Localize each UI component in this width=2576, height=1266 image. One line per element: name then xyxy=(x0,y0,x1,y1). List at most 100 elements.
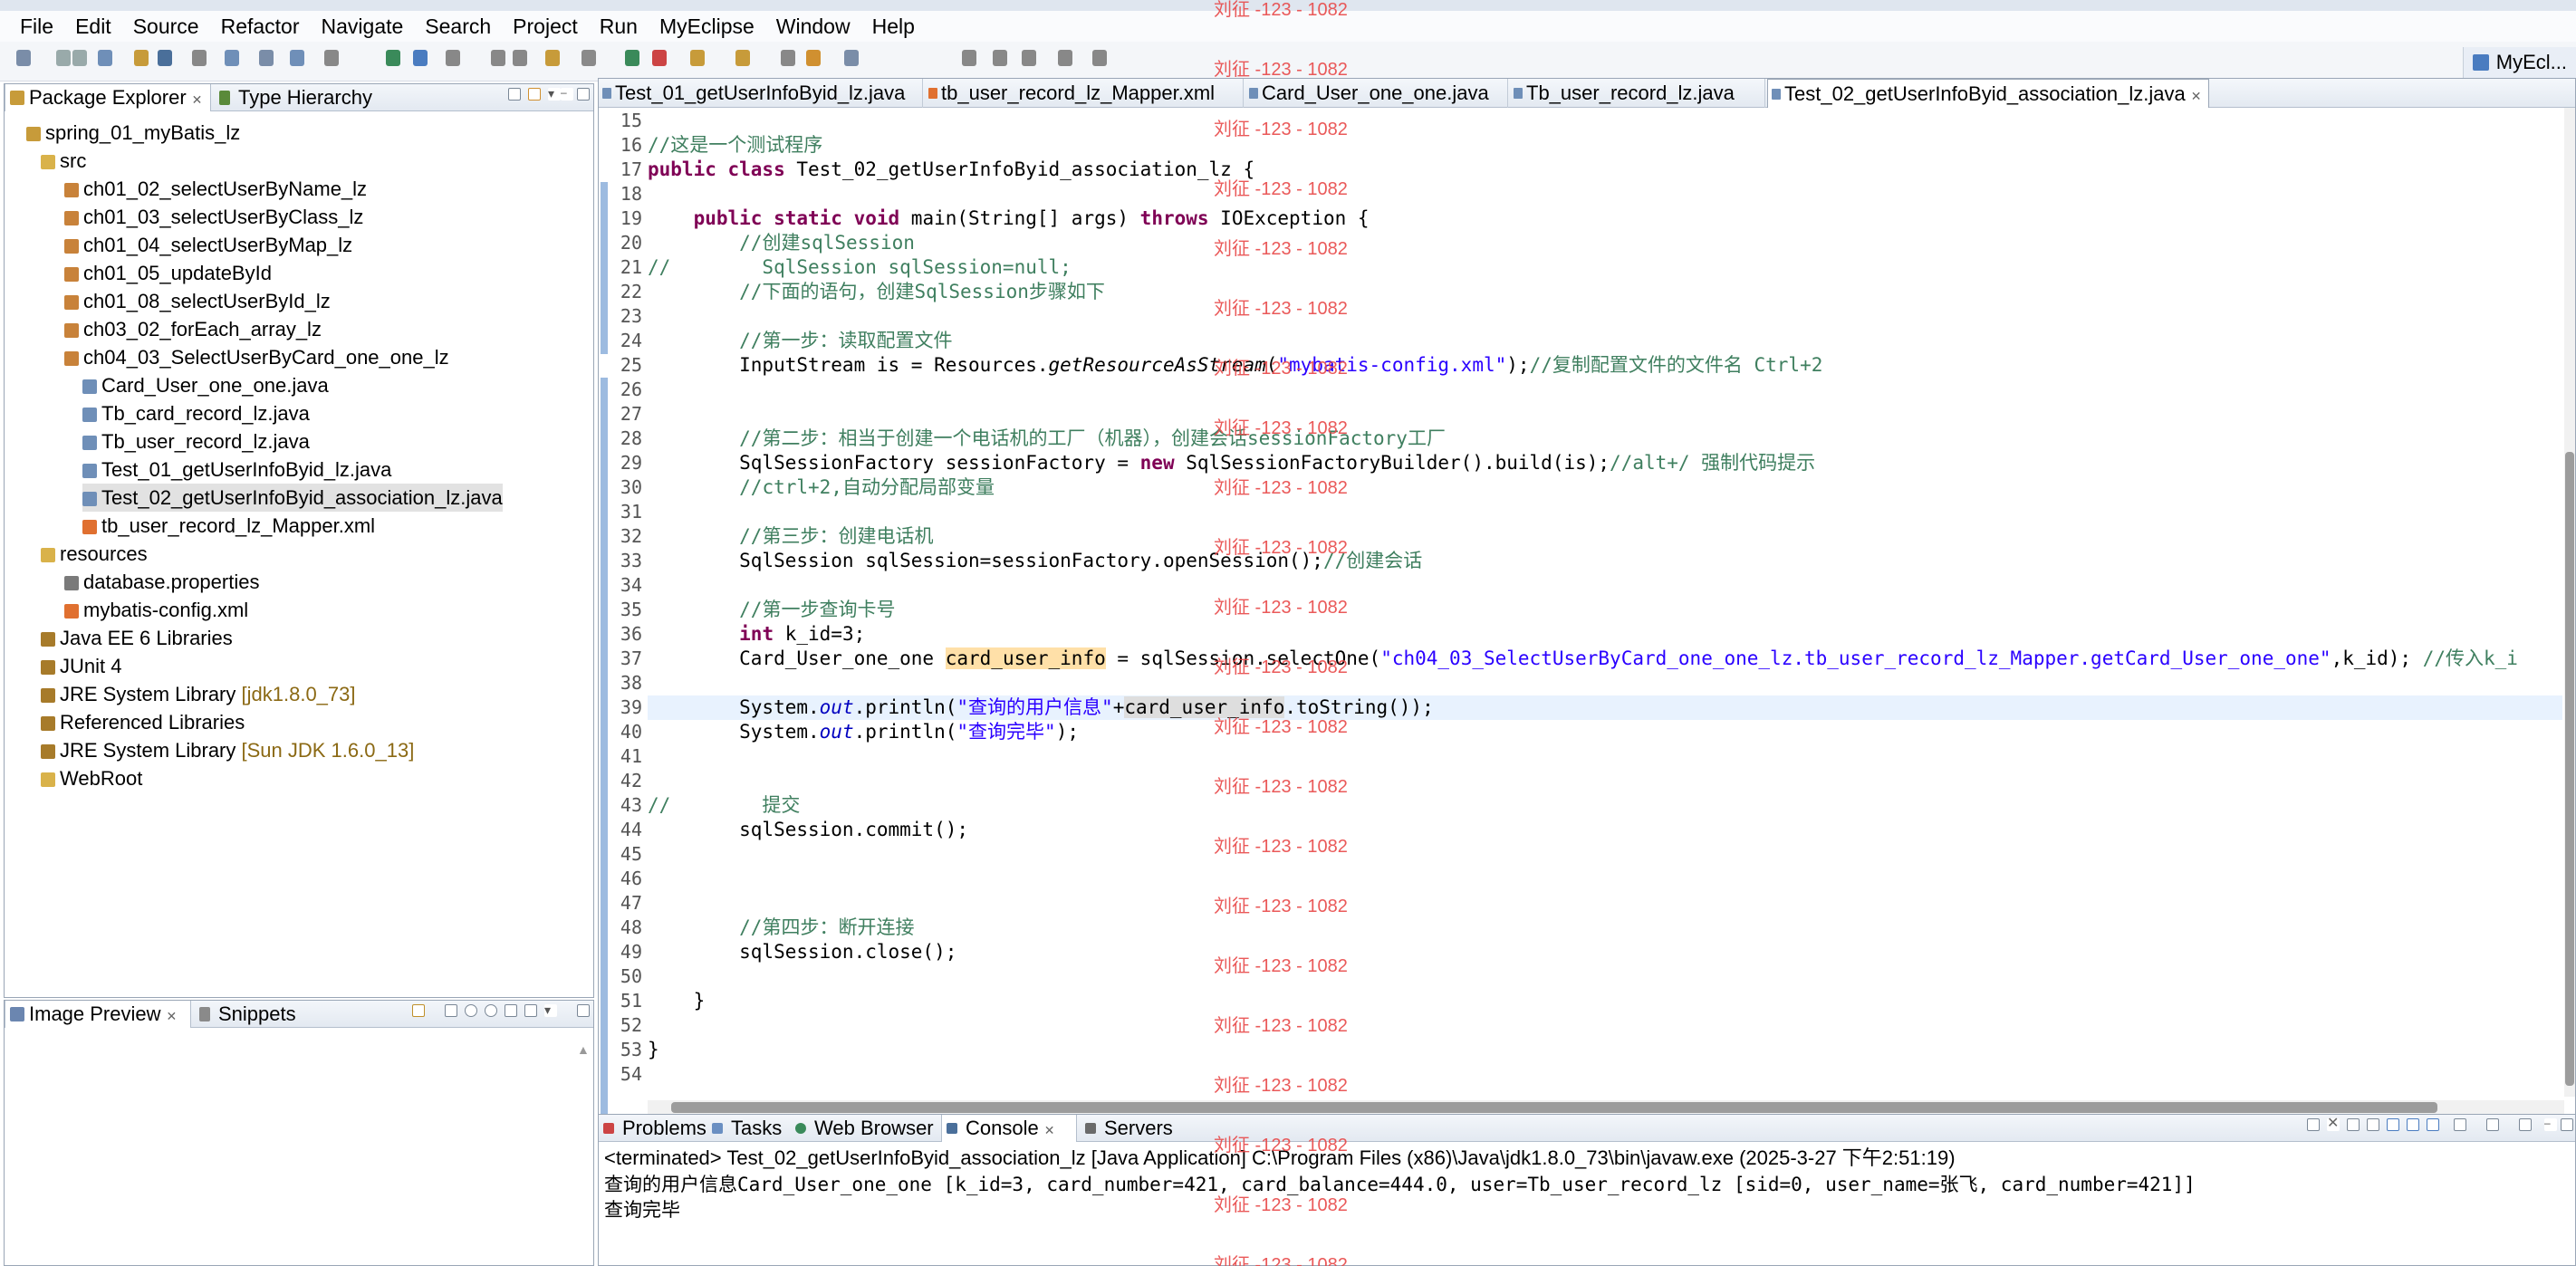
tab-type-hierarchy[interactable]: Type Hierarchy xyxy=(215,84,396,111)
tree-item[interactable]: JUnit 4 xyxy=(41,652,121,680)
tree-item[interactable]: Test_02_getUserInfoByid_association_lz.j… xyxy=(82,484,503,512)
toolbar-button-icon[interactable] xyxy=(259,50,274,66)
tree-item[interactable]: Java EE 6 Libraries xyxy=(41,624,233,652)
horizontal-scrollbar[interactable] xyxy=(648,1100,2564,1115)
minimize-icon[interactable]: – xyxy=(561,87,573,101)
close-icon[interactable]: ✕ xyxy=(192,92,203,107)
editor-tab[interactable]: tb_user_record_lz_Mapper.xml xyxy=(925,79,1244,108)
tree-item[interactable]: JRE System Library [jdk1.8.0_73] xyxy=(41,680,356,708)
tree-item[interactable]: WebRoot xyxy=(41,764,142,792)
remove-launch-icon[interactable]: ✕ xyxy=(2327,1117,2340,1131)
tree-item[interactable]: ch01_03_selectUserByClass_lz xyxy=(64,203,363,231)
tree-item[interactable]: database.properties xyxy=(64,568,259,596)
tree-item[interactable]: ch01_02_selectUserByName_lz xyxy=(64,175,367,203)
editor-tab[interactable]: Test_01_getUserInfoByid_lz.java xyxy=(599,79,923,108)
toolbar-button-icon[interactable] xyxy=(625,50,639,66)
toolbar-button-icon[interactable] xyxy=(491,50,505,66)
toolbar-button-icon[interactable] xyxy=(158,50,172,66)
editor-tab-active[interactable]: Test_02_getUserInfoByid_association_lz.j… xyxy=(1767,79,2209,108)
tree-item[interactable]: Tb_card_record_lz.java xyxy=(82,399,310,427)
zoom-fit-icon[interactable] xyxy=(445,1004,457,1017)
tab-package-explorer[interactable]: Package Explorer ✕ xyxy=(5,84,211,111)
toolbar-button-icon[interactable] xyxy=(16,50,31,66)
scroll-up-icon[interactable]: ▲ xyxy=(577,1043,590,1056)
tab-web-browser[interactable]: Web Browser xyxy=(791,1115,941,1142)
tree-item[interactable]: ch01_04_selectUserByMap_lz xyxy=(64,231,352,259)
toolbar-button-icon[interactable] xyxy=(513,50,527,66)
display-console-icon[interactable] xyxy=(2486,1118,2499,1131)
tree-item[interactable]: spring_01_myBatis_lz xyxy=(26,119,240,147)
tree-item[interactable]: Test_01_getUserInfoByid_lz.java xyxy=(82,456,391,484)
tree-item[interactable]: src xyxy=(41,147,86,175)
toolbar-button-icon[interactable] xyxy=(225,50,239,66)
zoom-out-icon[interactable] xyxy=(465,1004,477,1017)
tree-item[interactable]: Referenced Libraries xyxy=(41,708,245,736)
toolbar-button-icon[interactable] xyxy=(192,50,207,66)
view-menu-icon[interactable]: ▾ xyxy=(544,1003,557,1017)
toolbar-button-icon[interactable] xyxy=(962,50,976,66)
terminate-icon[interactable] xyxy=(2307,1118,2320,1131)
fit-window-icon[interactable] xyxy=(524,1004,537,1017)
tree-item[interactable]: ch04_03_SelectUserByCard_one_one_lz xyxy=(64,343,449,371)
menu-myeclipse[interactable]: MyEclipse xyxy=(649,14,765,39)
tree-item[interactable]: tb_user_record_lz_Mapper.xml xyxy=(82,512,375,540)
menu-source[interactable]: Source xyxy=(122,14,210,39)
toolbar-button-icon[interactable] xyxy=(545,50,560,66)
menu-search[interactable]: Search xyxy=(414,14,502,39)
link-editor-icon[interactable] xyxy=(528,88,541,101)
tree-item[interactable]: Tb_user_record_lz.java xyxy=(82,427,310,456)
toolbar-button-icon[interactable] xyxy=(690,50,705,66)
zoom-in-icon[interactable] xyxy=(485,1004,497,1017)
tree-item[interactable]: mybatis-config.xml xyxy=(64,596,248,624)
scroll-thumb[interactable] xyxy=(2565,452,2574,1086)
toolbar-button-icon[interactable] xyxy=(1022,50,1036,66)
toolbar-button-icon[interactable] xyxy=(844,50,859,66)
toolbar-button-icon[interactable] xyxy=(446,50,460,66)
tab-console[interactable]: Console ✕ xyxy=(941,1115,1077,1142)
tab-snippets[interactable]: Snippets xyxy=(195,1001,331,1028)
toolbar-button-icon[interactable] xyxy=(993,50,1007,66)
menu-edit[interactable]: Edit xyxy=(64,14,122,39)
view-menu-icon[interactable]: ▾ xyxy=(548,87,561,101)
menu-project[interactable]: Project xyxy=(502,14,589,39)
tree-item[interactable]: ch01_08_selectUserById_lz xyxy=(64,287,331,315)
scroll-lock-icon[interactable] xyxy=(2387,1118,2399,1131)
toolbar-button-icon[interactable] xyxy=(582,50,596,66)
toolbar-button-icon[interactable] xyxy=(652,50,667,66)
tree-item[interactable]: resources xyxy=(41,540,148,568)
tab-image-preview[interactable]: Image Preview ✕ xyxy=(5,1001,191,1028)
toolbar-button-icon[interactable] xyxy=(98,50,112,66)
tree-item[interactable]: JRE System Library [Sun JDK 1.6.0_13] xyxy=(41,736,414,764)
toolbar-button-icon[interactable] xyxy=(72,50,87,66)
toolbar-button-icon[interactable] xyxy=(386,50,400,66)
vertical-scrollbar[interactable] xyxy=(2564,108,2575,1097)
menu-help[interactable]: Help xyxy=(861,14,926,39)
toolbar-button-icon[interactable] xyxy=(1058,50,1072,66)
toolbar-button-icon[interactable] xyxy=(413,50,428,66)
perspective-switcher[interactable]: MyEcl... xyxy=(2462,47,2576,78)
toolbar-button-icon[interactable] xyxy=(781,50,795,66)
menu-window[interactable]: Window xyxy=(765,14,861,39)
tree-item[interactable]: ch01_05_updateById xyxy=(64,259,272,287)
menu-run[interactable]: Run xyxy=(589,14,649,39)
menu-refactor[interactable]: Refactor xyxy=(210,14,311,39)
show-error-icon[interactable] xyxy=(2427,1118,2439,1131)
tree-item[interactable]: ch03_02_forEach_array_lz xyxy=(64,315,322,343)
maximize-icon[interactable] xyxy=(577,1004,590,1017)
maximize-icon[interactable] xyxy=(2561,1118,2573,1131)
toolbar-button-icon[interactable] xyxy=(134,50,149,66)
tab-tasks[interactable]: Tasks xyxy=(707,1115,791,1142)
show-output-icon[interactable] xyxy=(2407,1118,2419,1131)
editor-tab[interactable]: Card_User_one_one.java xyxy=(1245,79,1508,108)
menu-file[interactable]: File xyxy=(9,14,64,39)
tab-problems[interactable]: Problems xyxy=(599,1115,707,1142)
tree-item[interactable]: Card_User_one_one.java xyxy=(82,371,329,399)
remove-all-icon[interactable] xyxy=(2347,1118,2360,1131)
toolbar-button-icon[interactable] xyxy=(290,50,304,66)
minimize-icon[interactable]: – xyxy=(2544,1117,2557,1131)
toolbar-button-icon[interactable] xyxy=(806,50,821,66)
menu-navigate[interactable]: Navigate xyxy=(311,14,415,39)
close-icon[interactable]: ✕ xyxy=(167,1009,178,1023)
toolbar-button-icon[interactable] xyxy=(1092,50,1107,66)
toolbar-button-icon[interactable] xyxy=(324,50,339,66)
